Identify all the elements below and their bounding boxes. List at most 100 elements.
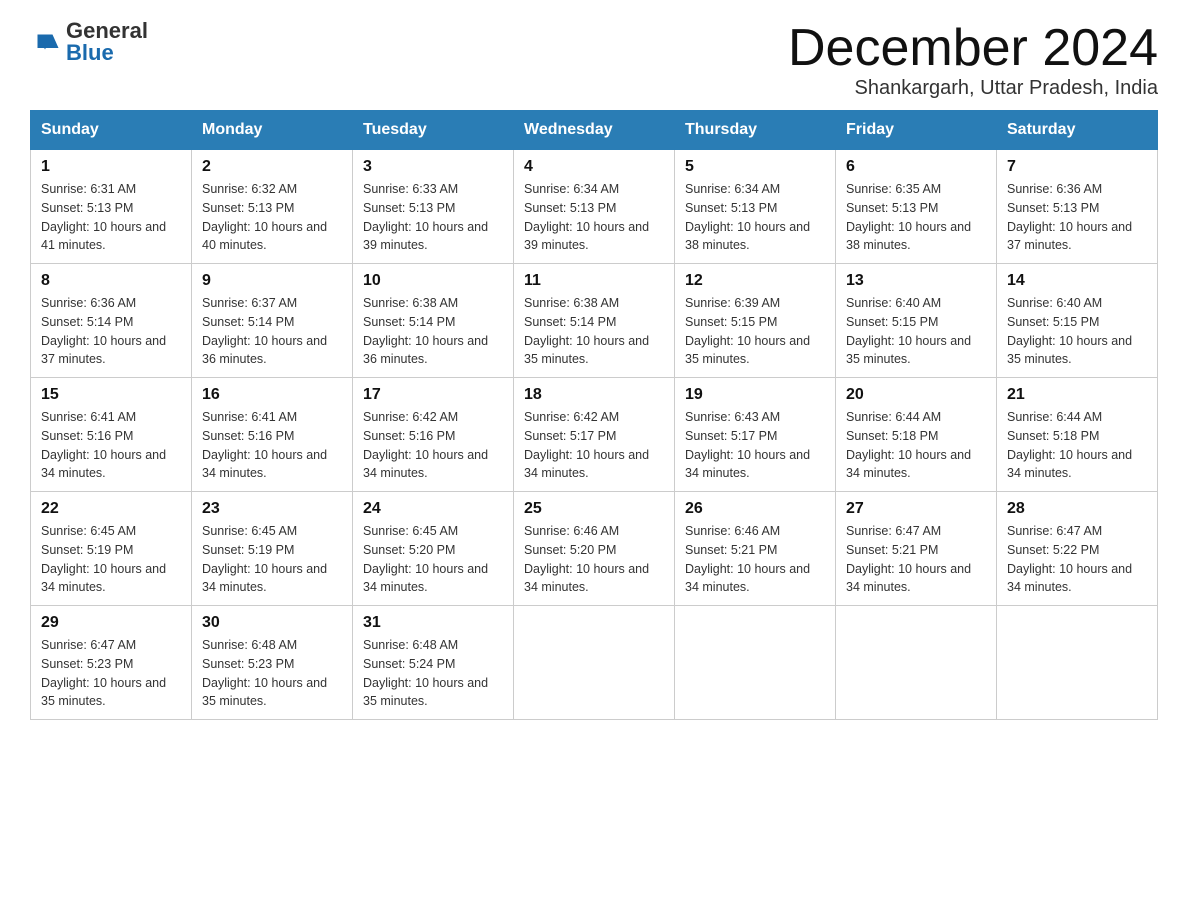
day-number: 9 xyxy=(202,272,342,290)
day-number: 27 xyxy=(846,500,986,518)
day-number: 17 xyxy=(363,386,503,404)
day-info: Sunrise: 6:48 AMSunset: 5:23 PMDaylight:… xyxy=(202,636,342,711)
day-number: 28 xyxy=(1007,500,1147,518)
table-row: 21 Sunrise: 6:44 AMSunset: 5:18 PMDayligh… xyxy=(997,378,1158,492)
day-number: 25 xyxy=(524,500,664,518)
table-row: 10 Sunrise: 6:38 AMSunset: 5:14 PMDayligh… xyxy=(353,264,514,378)
day-number: 24 xyxy=(363,500,503,518)
day-info: Sunrise: 6:34 AMSunset: 5:13 PMDaylight:… xyxy=(685,180,825,255)
table-row: 9 Sunrise: 6:37 AMSunset: 5:14 PMDaylight… xyxy=(192,264,353,378)
location-text: Shankargarh, Uttar Pradesh, India xyxy=(788,77,1158,100)
day-number: 8 xyxy=(41,272,181,290)
day-number: 10 xyxy=(363,272,503,290)
table-row: 24 Sunrise: 6:45 AMSunset: 5:20 PMDayligh… xyxy=(353,492,514,606)
table-row: 3 Sunrise: 6:33 AMSunset: 5:13 PMDaylight… xyxy=(353,150,514,264)
logo-text: General Blue xyxy=(66,20,148,64)
day-info: Sunrise: 6:45 AMSunset: 5:19 PMDaylight:… xyxy=(41,522,181,597)
day-info: Sunrise: 6:46 AMSunset: 5:21 PMDaylight:… xyxy=(685,522,825,597)
day-number: 7 xyxy=(1007,158,1147,176)
day-number: 21 xyxy=(1007,386,1147,404)
header-saturday: Saturday xyxy=(997,111,1158,150)
table-row: 29 Sunrise: 6:47 AMSunset: 5:23 PMDayligh… xyxy=(31,606,192,720)
day-number: 1 xyxy=(41,158,181,176)
day-info: Sunrise: 6:40 AMSunset: 5:15 PMDaylight:… xyxy=(1007,294,1147,369)
table-row: 19 Sunrise: 6:43 AMSunset: 5:17 PMDayligh… xyxy=(675,378,836,492)
day-info: Sunrise: 6:47 AMSunset: 5:21 PMDaylight:… xyxy=(846,522,986,597)
table-row: 26 Sunrise: 6:46 AMSunset: 5:21 PMDayligh… xyxy=(675,492,836,606)
day-info: Sunrise: 6:40 AMSunset: 5:15 PMDaylight:… xyxy=(846,294,986,369)
table-row: 20 Sunrise: 6:44 AMSunset: 5:18 PMDayligh… xyxy=(836,378,997,492)
table-row xyxy=(836,606,997,720)
weekday-header-row: Sunday Monday Tuesday Wednesday Thursday… xyxy=(31,111,1158,150)
table-row: 14Sunrise: 6:40 AMSunset: 5:15 PMDayligh… xyxy=(997,264,1158,378)
table-row: 2 Sunrise: 6:32 AMSunset: 5:13 PMDaylight… xyxy=(192,150,353,264)
header-friday: Friday xyxy=(836,111,997,150)
table-row: 6 Sunrise: 6:35 AMSunset: 5:13 PMDaylight… xyxy=(836,150,997,264)
day-info: Sunrise: 6:36 AMSunset: 5:13 PMDaylight:… xyxy=(1007,180,1147,255)
table-row xyxy=(675,606,836,720)
table-row: 16Sunrise: 6:41 AMSunset: 5:16 PMDayligh… xyxy=(192,378,353,492)
day-info: Sunrise: 6:32 AMSunset: 5:13 PMDaylight:… xyxy=(202,180,342,255)
day-info: Sunrise: 6:45 AMSunset: 5:20 PMDaylight:… xyxy=(363,522,503,597)
day-info: Sunrise: 6:31 AMSunset: 5:13 PMDaylight:… xyxy=(41,180,181,255)
day-info: Sunrise: 6:34 AMSunset: 5:13 PMDaylight:… xyxy=(524,180,664,255)
table-row: 28Sunrise: 6:47 AMSunset: 5:22 PMDayligh… xyxy=(997,492,1158,606)
table-row: 8 Sunrise: 6:36 AMSunset: 5:14 PMDaylight… xyxy=(31,264,192,378)
header-wednesday: Wednesday xyxy=(514,111,675,150)
day-info: Sunrise: 6:39 AMSunset: 5:15 PMDaylight:… xyxy=(685,294,825,369)
day-info: Sunrise: 6:38 AMSunset: 5:14 PMDaylight:… xyxy=(363,294,503,369)
table-row: 30 Sunrise: 6:48 AMSunset: 5:23 PMDayligh… xyxy=(192,606,353,720)
day-number: 12 xyxy=(685,272,825,290)
header-tuesday: Tuesday xyxy=(353,111,514,150)
table-row: 27 Sunrise: 6:47 AMSunset: 5:21 PMDayligh… xyxy=(836,492,997,606)
day-info: Sunrise: 6:42 AMSunset: 5:17 PMDaylight:… xyxy=(524,408,664,483)
day-number: 2 xyxy=(202,158,342,176)
day-info: Sunrise: 6:44 AMSunset: 5:18 PMDaylight:… xyxy=(846,408,986,483)
day-number: 6 xyxy=(846,158,986,176)
day-number: 16 xyxy=(202,386,342,404)
day-number: 30 xyxy=(202,614,342,632)
day-info: Sunrise: 6:48 AMSunset: 5:24 PMDaylight:… xyxy=(363,636,503,711)
table-row: 5Sunrise: 6:34 AMSunset: 5:13 PMDaylight… xyxy=(675,150,836,264)
day-number: 29 xyxy=(41,614,181,632)
day-number: 3 xyxy=(363,158,503,176)
day-number: 19 xyxy=(685,386,825,404)
table-row: 7 Sunrise: 6:36 AMSunset: 5:13 PMDaylight… xyxy=(997,150,1158,264)
table-row: 23 Sunrise: 6:45 AMSunset: 5:19 PMDayligh… xyxy=(192,492,353,606)
month-title: December 2024 xyxy=(788,20,1158,77)
page-header: General Blue December 2024 Shankargarh, … xyxy=(30,20,1158,100)
table-row: 13 Sunrise: 6:40 AMSunset: 5:15 PMDayligh… xyxy=(836,264,997,378)
logo: General Blue xyxy=(30,20,148,64)
day-number: 26 xyxy=(685,500,825,518)
header-thursday: Thursday xyxy=(675,111,836,150)
table-row xyxy=(997,606,1158,720)
logo-general-text: General xyxy=(66,20,148,42)
day-number: 13 xyxy=(846,272,986,290)
day-info: Sunrise: 6:44 AMSunset: 5:18 PMDaylight:… xyxy=(1007,408,1147,483)
day-number: 20 xyxy=(846,386,986,404)
table-row xyxy=(514,606,675,720)
calendar-week-3: 15 Sunrise: 6:41 AMSunset: 5:16 PMDayligh… xyxy=(31,378,1158,492)
table-row: 4 Sunrise: 6:34 AMSunset: 5:13 PMDaylight… xyxy=(514,150,675,264)
day-number: 15 xyxy=(41,386,181,404)
header-monday: Monday xyxy=(192,111,353,150)
day-info: Sunrise: 6:38 AMSunset: 5:14 PMDaylight:… xyxy=(524,294,664,369)
day-info: Sunrise: 6:43 AMSunset: 5:17 PMDaylight:… xyxy=(685,408,825,483)
day-number: 31 xyxy=(363,614,503,632)
day-info: Sunrise: 6:36 AMSunset: 5:14 PMDaylight:… xyxy=(41,294,181,369)
day-info: Sunrise: 6:35 AMSunset: 5:13 PMDaylight:… xyxy=(846,180,986,255)
day-info: Sunrise: 6:45 AMSunset: 5:19 PMDaylight:… xyxy=(202,522,342,597)
table-row: 31 Sunrise: 6:48 AMSunset: 5:24 PMDayligh… xyxy=(353,606,514,720)
day-info: Sunrise: 6:47 AMSunset: 5:23 PMDaylight:… xyxy=(41,636,181,711)
title-block: December 2024 Shankargarh, Uttar Pradesh… xyxy=(788,20,1158,100)
day-info: Sunrise: 6:46 AMSunset: 5:20 PMDaylight:… xyxy=(524,522,664,597)
calendar-week-4: 22Sunrise: 6:45 AMSunset: 5:19 PMDayligh… xyxy=(31,492,1158,606)
day-number: 23 xyxy=(202,500,342,518)
day-info: Sunrise: 6:33 AMSunset: 5:13 PMDaylight:… xyxy=(363,180,503,255)
header-sunday: Sunday xyxy=(31,111,192,150)
day-info: Sunrise: 6:42 AMSunset: 5:16 PMDaylight:… xyxy=(363,408,503,483)
day-info: Sunrise: 6:37 AMSunset: 5:14 PMDaylight:… xyxy=(202,294,342,369)
day-number: 4 xyxy=(524,158,664,176)
day-info: Sunrise: 6:41 AMSunset: 5:16 PMDaylight:… xyxy=(41,408,181,483)
calendar-week-5: 29 Sunrise: 6:47 AMSunset: 5:23 PMDayligh… xyxy=(31,606,1158,720)
